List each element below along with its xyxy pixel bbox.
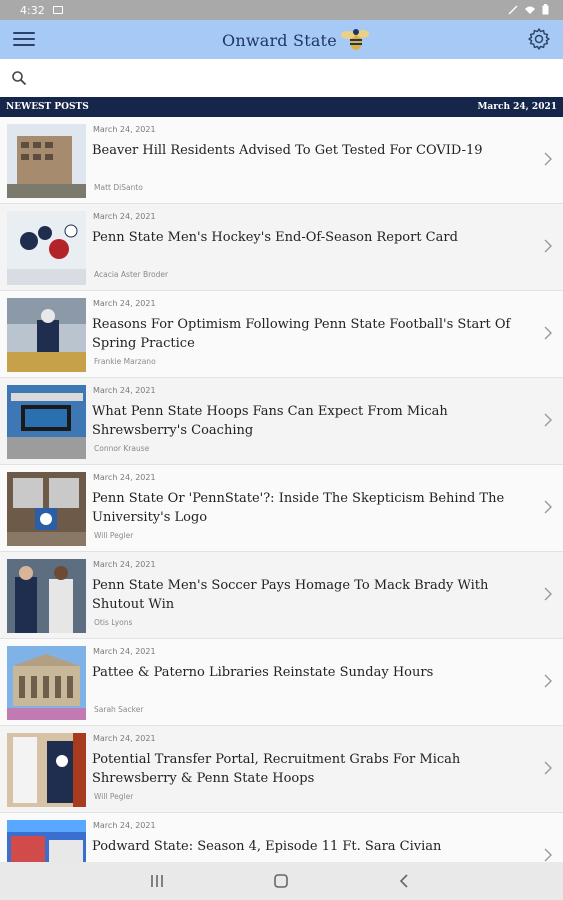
chevron-right-icon: [544, 326, 552, 340]
post-thumbnail: [7, 733, 86, 807]
post-date: March 24, 2021: [93, 473, 156, 482]
post-item[interactable]: March 24, 2021 Potential Transfer Portal…: [0, 726, 563, 813]
post-title: Beaver Hill Residents Advised To Get Tes…: [92, 143, 483, 158]
post-item[interactable]: March 24, 2021 Penn State Men's Hockey's…: [0, 204, 563, 291]
post-item[interactable]: March 24, 2021 Beaver Hill Residents Adv…: [0, 117, 563, 204]
app-title: Onward State: [222, 30, 337, 50]
post-title: Reasons For Optimism Following Penn Stat…: [92, 317, 511, 351]
post-author: Acacia Aster Broder: [94, 270, 169, 279]
search-input[interactable]: [36, 65, 551, 91]
post-thumbnail: [7, 385, 86, 459]
chevron-right-icon: [544, 239, 552, 253]
menu-icon[interactable]: [13, 32, 35, 48]
post-date: March 24, 2021: [93, 734, 156, 743]
chevron-right-icon: [544, 500, 552, 514]
post-item[interactable]: March 24, 2021 What Penn State Hoops Fan…: [0, 378, 563, 465]
back-icon[interactable]: [394, 872, 414, 890]
post-author: Will Pegler: [94, 792, 134, 801]
gallery-notification-icon: [52, 6, 63, 14]
status-time: 4:32: [20, 3, 45, 17]
post-date: March 24, 2021: [93, 647, 156, 656]
post-title: Penn State Men's Hockey's End-Of-Season …: [92, 230, 458, 245]
post-item[interactable]: March 24, 2021 Podward State: Season 4, …: [0, 813, 563, 862]
post-date: March 24, 2021: [93, 821, 156, 830]
chevron-right-icon: [544, 674, 552, 688]
post-list: March 24, 2021 Beaver Hill Residents Adv…: [0, 117, 563, 862]
post-title: Pattee & Paterno Libraries Reinstate Sun…: [92, 665, 434, 680]
post-thumbnail: [7, 646, 86, 720]
chevron-right-icon: [544, 761, 552, 775]
post-date: March 24, 2021: [93, 125, 156, 134]
post-item[interactable]: March 24, 2021 Pattee & Paterno Librarie…: [0, 639, 563, 726]
post-thumbnail: [7, 298, 86, 372]
post-thumbnail: [7, 559, 86, 633]
post-title: Potential Transfer Portal, Recruitment G…: [92, 752, 461, 786]
post-thumbnail: [7, 211, 86, 285]
post-author: Connor Krause: [94, 444, 150, 453]
search-bar: [0, 59, 563, 97]
recent-apps-icon[interactable]: [147, 872, 167, 890]
status-icons: [508, 4, 549, 15]
settings-gear-icon[interactable]: [527, 27, 551, 51]
post-date: March 24, 2021: [93, 212, 156, 221]
post-author: Sarah Sacker: [94, 705, 144, 714]
section-header: NEWEST POSTS March 24, 2021: [0, 97, 563, 117]
post-date: March 24, 2021: [93, 299, 156, 308]
app-header: Onward State: [0, 20, 563, 59]
post-thumbnail: [7, 820, 86, 862]
post-title: What Penn State Hoops Fans Can Expect Fr…: [92, 404, 448, 438]
status-bar: 4:32: [0, 0, 563, 20]
chevron-right-icon: [544, 587, 552, 601]
post-date: March 24, 2021: [93, 386, 156, 395]
post-title: Penn State Or 'PennState'?: Inside The S…: [92, 491, 505, 525]
post-thumbnail: [7, 124, 86, 198]
section-label: NEWEST POSTS: [6, 102, 89, 112]
app-logo: Onward State: [222, 26, 369, 54]
post-author: Matt DiSanto: [94, 183, 143, 192]
home-icon[interactable]: [271, 872, 291, 890]
post-author: Frankie Marzano: [94, 357, 156, 366]
signal-off-icon: [508, 5, 518, 14]
chevron-right-icon: [544, 152, 552, 166]
post-title: Penn State Men's Soccer Pays Homage To M…: [92, 578, 489, 612]
battery-icon: [542, 4, 549, 15]
bee-icon: [340, 29, 369, 50]
section-date: March 24, 2021: [477, 102, 557, 112]
post-author: Otis Lyons: [94, 618, 133, 627]
post-date: March 24, 2021: [93, 560, 156, 569]
chevron-right-icon: [544, 413, 552, 427]
post-author: Will Pegler: [94, 531, 134, 540]
post-title: Podward State: Season 4, Episode 11 Ft. …: [92, 839, 442, 854]
post-item[interactable]: March 24, 2021 Penn State Or 'PennState'…: [0, 465, 563, 552]
post-item[interactable]: March 24, 2021 Reasons For Optimism Foll…: [0, 291, 563, 378]
post-item[interactable]: March 24, 2021 Penn State Men's Soccer P…: [0, 552, 563, 639]
system-navigation-bar: [0, 862, 563, 900]
search-icon: [12, 71, 27, 86]
wifi-icon: [525, 6, 535, 14]
chevron-right-icon: [544, 848, 552, 862]
post-thumbnail: [7, 472, 86, 546]
